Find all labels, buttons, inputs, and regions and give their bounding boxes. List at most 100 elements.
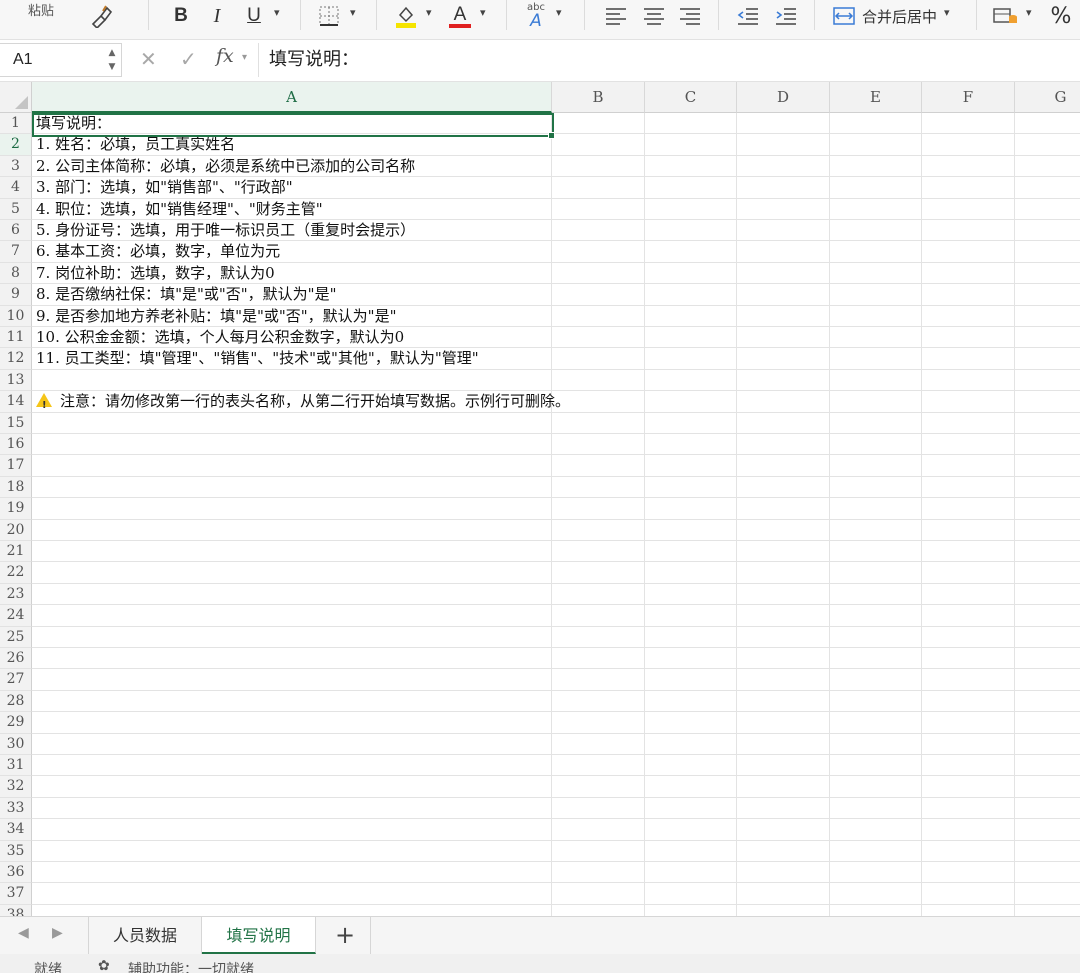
accessibility-icon[interactable]: ✿: [98, 958, 110, 973]
spreadsheet-grid[interactable]: ABCDEFG 1 2 3 4 5 6 7 8 9 10 11 12 13 14 15 16 17 18 19 20 2…: [0, 82, 1080, 916]
confirm-formula-icon[interactable]: ✓: [180, 47, 197, 71]
column-header-g[interactable]: G: [1015, 82, 1080, 113]
row-header-12[interactable]: 12: [0, 348, 32, 370]
underline-dropdown-chevron-icon[interactable]: ▾: [274, 6, 280, 19]
row-header-20[interactable]: 20: [0, 519, 32, 541]
cell-a2[interactable]: 1. 姓名：必填，员工真实姓名: [36, 135, 235, 154]
next-sheet-icon[interactable]: ▶: [52, 925, 63, 941]
merge-dropdown-chevron-icon[interactable]: ▾: [944, 6, 950, 19]
row-header-32[interactable]: 32: [0, 776, 32, 798]
merge-center-icon[interactable]: [830, 0, 858, 32]
cell-a6[interactable]: 5. 身份证号：选填，用于唯一标识员工（重复时会提示）: [36, 221, 415, 240]
sheet-tab-personnel-data[interactable]: 人员数据: [88, 917, 202, 954]
row-header-8[interactable]: 8: [0, 262, 32, 285]
row-header-30[interactable]: 30: [0, 733, 32, 755]
select-all-corner[interactable]: [0, 82, 32, 113]
align-left-icon[interactable]: [602, 0, 630, 32]
row-header-27[interactable]: 27: [0, 669, 32, 691]
row-header-5[interactable]: 5: [0, 198, 32, 220]
row-header-2[interactable]: 2: [0, 134, 32, 156]
row-header-33[interactable]: 33: [0, 797, 32, 820]
insert-function-button[interactable]: fx: [216, 45, 234, 67]
column-header-b[interactable]: B: [552, 82, 645, 113]
status-accessibility[interactable]: 辅助功能：一切就绪: [128, 959, 254, 973]
row-header-3[interactable]: 3: [0, 155, 32, 178]
font-color-dropdown-chevron-icon[interactable]: ▾: [480, 6, 486, 19]
name-box-stepper-icon[interactable]: ▲ ▼: [106, 46, 118, 74]
cell-a8[interactable]: 7. 岗位补助：选填，数字，默认为0: [36, 264, 275, 283]
row-header-16[interactable]: 16: [0, 434, 32, 456]
cell-a5[interactable]: 4. 职位：选填，如"销售经理"、"财务主管": [36, 200, 323, 219]
cell-styles-dropdown-chevron-icon[interactable]: ▾: [1026, 6, 1032, 19]
row-header-17[interactable]: 17: [0, 455, 32, 477]
cell-styles-icon[interactable]: [990, 0, 1020, 32]
row-header-35[interactable]: 35: [0, 840, 32, 862]
column-header-e[interactable]: E: [830, 82, 922, 113]
row-header-25[interactable]: 25: [0, 626, 32, 648]
row-header-21[interactable]: 21: [0, 541, 32, 563]
row-header-18[interactable]: 18: [0, 476, 32, 499]
row-header-26[interactable]: 26: [0, 648, 32, 670]
align-right-icon[interactable]: [676, 0, 704, 32]
row-header-38[interactable]: 38: [0, 904, 32, 916]
row-header-29[interactable]: 29: [0, 712, 32, 734]
fill-color-icon[interactable]: [392, 0, 420, 32]
bold-button[interactable]: B: [168, 0, 194, 32]
function-dropdown-chevron-icon[interactable]: ▾: [242, 52, 247, 63]
column-header-f[interactable]: F: [922, 82, 1015, 113]
row-header-9[interactable]: 9: [0, 284, 32, 306]
cancel-formula-icon[interactable]: ✕: [140, 47, 157, 71]
align-center-icon[interactable]: [640, 0, 668, 32]
borders-dropdown-chevron-icon[interactable]: ▾: [350, 6, 356, 19]
underline-button[interactable]: U: [240, 0, 268, 32]
row-header-19[interactable]: 19: [0, 498, 32, 520]
font-color-button[interactable]: A: [446, 0, 474, 32]
column-header-c[interactable]: C: [645, 82, 737, 113]
fill-color-dropdown-chevron-icon[interactable]: ▾: [426, 6, 432, 19]
row-header-7[interactable]: 7: [0, 241, 32, 263]
percent-format-button[interactable]: %: [1046, 0, 1076, 32]
row-header-1[interactable]: 1: [0, 113, 32, 135]
row-header-24[interactable]: 24: [0, 605, 32, 627]
spell-check-button[interactable]: abc A: [520, 0, 552, 32]
cell-a1[interactable]: 填写说明：: [36, 114, 111, 133]
row-header-4[interactable]: 4: [0, 177, 32, 199]
cell-a3[interactable]: 2. 公司主体简称：必填，必须是系统中已添加的公司名称: [36, 157, 415, 176]
row-header-13[interactable]: 13: [0, 369, 32, 392]
cell-a12[interactable]: 11. 员工类型：填"管理"、"销售"、"技术"或"其他"，默认为"管理": [36, 349, 479, 368]
format-painter-icon[interactable]: [86, 0, 116, 32]
italic-button[interactable]: I: [204, 0, 230, 32]
add-sheet-button[interactable]: +: [330, 919, 360, 951]
row-header-28[interactable]: 28: [0, 690, 32, 713]
row-header-15[interactable]: 15: [0, 412, 32, 434]
sheet-tab-instructions[interactable]: 填写说明: [202, 917, 316, 954]
borders-icon[interactable]: [314, 0, 344, 32]
merge-center-button[interactable]: 合并后居中: [862, 0, 942, 32]
increase-indent-icon[interactable]: [772, 0, 800, 32]
prev-sheet-icon[interactable]: ◀: [18, 925, 29, 941]
name-box[interactable]: A1: [0, 43, 122, 77]
row-header-14[interactable]: 14: [0, 391, 32, 413]
cell-a4[interactable]: 3. 部门：选填，如"销售部"、"行政部": [36, 178, 293, 197]
cell-a14[interactable]: ! 注意：请勿修改第一行的表头名称，从第二行开始填写数据。示例行可删除。: [36, 392, 570, 411]
decrease-indent-icon[interactable]: [734, 0, 762, 32]
row-header-11[interactable]: 11: [0, 327, 32, 349]
column-header-a[interactable]: A: [32, 82, 552, 113]
formula-input[interactable]: 填写说明：: [258, 43, 1080, 77]
cell-a9[interactable]: 8. 是否缴纳社保：填"是"或"否"，默认为"是": [36, 285, 336, 304]
row-header-34[interactable]: 34: [0, 819, 32, 841]
row-header-23[interactable]: 23: [0, 583, 32, 606]
spell-dropdown-chevron-icon[interactable]: ▾: [556, 6, 562, 19]
row-header-6[interactable]: 6: [0, 220, 32, 242]
row-header-10[interactable]: 10: [0, 305, 32, 327]
row-header-22[interactable]: 22: [0, 562, 32, 584]
cell-a10[interactable]: 9. 是否参加地方养老补贴：填"是"或"否"，默认为"是": [36, 307, 396, 326]
paste-label[interactable]: 粘贴: [28, 0, 54, 19]
cell-a11[interactable]: 10. 公积金金额：选填，个人每月公积金数字，默认为0: [36, 328, 404, 347]
fill-handle[interactable]: [548, 132, 555, 139]
column-header-d[interactable]: D: [737, 82, 830, 113]
row-header-36[interactable]: 36: [0, 862, 32, 884]
row-header-37[interactable]: 37: [0, 883, 32, 905]
cell-a7[interactable]: 6. 基本工资：必填，数字，单位为元: [36, 242, 280, 261]
row-header-31[interactable]: 31: [0, 755, 32, 777]
